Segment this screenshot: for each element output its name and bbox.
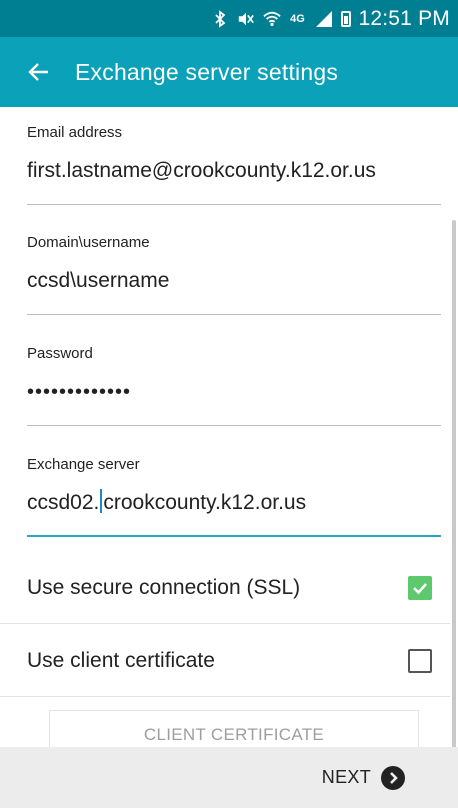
password-input[interactable]: •••••••••••••	[27, 378, 441, 426]
exchange-server-text-before-cursor: ccsd02.	[27, 491, 100, 514]
domain-username-label: Domain\username	[27, 234, 150, 251]
ssl-option-label: Use secure connection (SSL)	[27, 575, 301, 599]
status-icons: 4G	[211, 9, 351, 28]
ssl-checkbox[interactable]	[408, 575, 432, 600]
checkmark-icon	[413, 582, 427, 594]
app-bar: Exchange server settings	[0, 37, 458, 107]
signal-icon	[315, 10, 333, 28]
mute-icon	[237, 10, 255, 28]
client-certificate-checkbox[interactable]	[408, 648, 432, 673]
network-type-icon: 4G	[290, 12, 305, 25]
client-certificate-option-row[interactable]: Use client certificate	[0, 625, 450, 697]
settings-form: Email address first.lastname@crookcounty…	[0, 107, 458, 747]
password-label: Password	[27, 345, 93, 362]
domain-username-input[interactable]: ccsd\username	[27, 267, 441, 315]
client-certificate-button[interactable]: CLIENT CERTIFICATE	[49, 710, 419, 747]
status-time: 12:51 PM	[358, 6, 450, 30]
chevron-right-circle-icon	[381, 765, 405, 790]
exchange-server-label: Exchange server	[27, 456, 140, 473]
password-field: Password •••••••••••••	[27, 345, 441, 426]
email-label: Email address	[27, 124, 123, 141]
exchange-server-field: Exchange server ccsd02. crookcounty.k12.o…	[27, 456, 441, 537]
battery-icon	[340, 10, 351, 27]
exchange-server-input[interactable]: ccsd02. crookcounty.k12.or.us	[27, 489, 441, 537]
client-certificate-option-label: Use client certificate	[27, 648, 215, 672]
wifi-icon	[262, 10, 281, 28]
exchange-server-text-after-cursor: crookcounty.k12.or.us	[103, 491, 307, 514]
next-label: NEXT	[321, 767, 371, 787]
bottom-bar: NEXT	[0, 747, 458, 808]
back-arrow-icon[interactable]	[25, 58, 53, 86]
status-bar: 4G 12:51 PM	[0, 0, 458, 37]
email-input[interactable]: first.lastname@crookcounty.k12.or.us	[27, 157, 441, 205]
ssl-option-row[interactable]: Use secure connection (SSL)	[0, 552, 450, 624]
scrollbar[interactable]	[452, 220, 456, 747]
domain-username-field: Domain\username ccsd\username	[27, 234, 441, 315]
email-field: Email address first.lastname@crookcounty…	[27, 124, 441, 205]
page-title: Exchange server settings	[75, 58, 339, 85]
bluetooth-icon	[211, 9, 229, 28]
next-button[interactable]: NEXT	[321, 765, 405, 790]
